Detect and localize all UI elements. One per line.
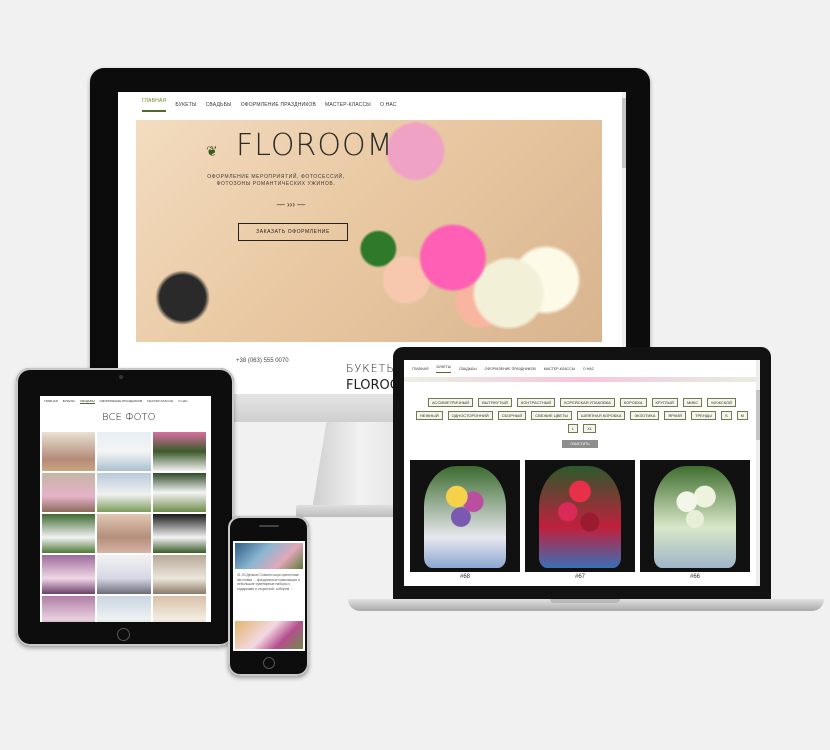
gallery-photo[interactable]	[97, 432, 151, 471]
tablet-camera	[119, 375, 123, 379]
size-tag-s[interactable]: S	[720, 411, 732, 420]
filter-tag[interactable]: Экзотика	[630, 411, 660, 420]
phone-post-image[interactable]	[235, 621, 303, 649]
laptop-nav-item-about[interactable]: О нас	[583, 367, 594, 371]
desktop-hero-banner: ❦ FLOROOM Оформление мероприятий, фотосе…	[136, 120, 602, 342]
gallery-photo[interactable]	[152, 432, 206, 471]
size-tag-xl[interactable]: XL	[583, 424, 597, 433]
product-card[interactable]	[525, 460, 635, 572]
filter-tag[interactable]: Микс	[682, 398, 703, 407]
gallery-title: ВСЕ ФОТО	[102, 412, 156, 423]
phone-screen: 31.03 Деньки! Совсем скоро цветочные заг…	[233, 541, 305, 651]
laptop-nav-item-home[interactable]: Главная	[412, 367, 428, 371]
gallery-photo[interactable]	[97, 555, 151, 594]
gallery-photo[interactable]	[152, 555, 206, 594]
laptop-screen: Главная Букеты Свадьбы Оформление праздн…	[404, 360, 760, 586]
photo-grid	[42, 432, 206, 622]
product-label[interactable]: #68	[410, 574, 520, 580]
desktop-scrollbar-thumb[interactable]	[622, 98, 626, 168]
filter-tag[interactable]: Яркий	[664, 411, 687, 420]
tablet-nav-item-about[interactable]: О нас	[178, 399, 187, 403]
product-image[interactable]	[424, 466, 506, 568]
filter-tag[interactable]: Шляпная коробка	[577, 411, 626, 420]
gallery-photo[interactable]	[152, 473, 206, 512]
laptop-notch	[550, 599, 620, 603]
gallery-photo[interactable]	[152, 596, 206, 622]
tablet-screen: Главная Букеты Свадьбы Оформление праздн…	[40, 396, 211, 622]
filter-tag[interactable]: Корейская упаковка	[560, 398, 615, 407]
product-label[interactable]: #67	[525, 574, 635, 580]
filter-tag[interactable]: Нежный	[416, 411, 443, 420]
size-tag-m[interactable]: M	[736, 411, 748, 420]
filter-tag[interactable]: Сборный	[497, 411, 527, 420]
product-image[interactable]	[654, 466, 736, 568]
desktop-nav-item-home[interactable]: Главная	[142, 98, 167, 112]
desktop-nav-item-masterclasses[interactable]: Мастер-классы	[325, 102, 371, 108]
leaf-icon: ❦	[206, 143, 218, 159]
phone-speaker	[259, 525, 279, 527]
laptop-nav-item-events[interactable]: Оформление праздников	[485, 367, 536, 371]
laptop-nav: Главная Букеты Свадьбы Оформление праздн…	[404, 360, 760, 377]
gallery-photo[interactable]	[97, 473, 151, 512]
product-card[interactable]	[640, 460, 750, 572]
hero-tagline: Оформление мероприятий, фотосессий, фото…	[207, 174, 345, 187]
desktop-nav-item-weddings[interactable]: Свадьбы	[206, 102, 232, 108]
bouquets-heading: БУКЕТЫ	[346, 362, 398, 375]
filter-tag[interactable]: Тренды	[691, 411, 716, 420]
tablet-nav-item-masterclasses[interactable]: Мастер-классы	[147, 399, 173, 403]
filter-tag[interactable]: Коробка	[619, 398, 647, 407]
gallery-photo[interactable]	[152, 514, 206, 553]
tablet-home-button[interactable]	[117, 628, 130, 641]
laptop-scrollbar-thumb[interactable]	[756, 390, 760, 440]
filter-tag[interactable]: Контрастный	[516, 398, 556, 407]
order-decoration-button[interactable]: Заказать оформление	[238, 223, 348, 241]
site-logo[interactable]: FLOROOM	[236, 128, 393, 163]
tablet-nav-item-home[interactable]: Главная	[44, 399, 58, 403]
size-tag-l[interactable]: L	[567, 424, 579, 433]
filter-tags: Ассиметричный Вытянутый Контрастный Коре…	[416, 398, 748, 433]
gallery-photo[interactable]	[42, 432, 96, 471]
phone-post-image[interactable]	[235, 543, 303, 569]
hero-divider: — ››› —	[276, 200, 306, 209]
gallery-photo[interactable]	[42, 514, 96, 553]
tablet-nav-item-events[interactable]: Оформление праздников	[100, 399, 143, 403]
desktop-nav: Главная Букеты Свадьбы Оформление праздн…	[118, 92, 626, 118]
laptop-nav-item-masterclasses[interactable]: Мастер-классы	[544, 367, 575, 371]
gallery-photo[interactable]	[42, 473, 96, 512]
laptop-header-banner-strip	[404, 377, 760, 382]
filter-tag[interactable]: Вытянутый	[478, 398, 512, 407]
tablet-nav: Главная Букеты Свадьбы Оформление праздн…	[40, 396, 211, 406]
filter-tag[interactable]: Круглый	[651, 398, 678, 407]
clear-filters-button[interactable]: Очистить	[562, 440, 598, 448]
gallery-photo[interactable]	[97, 596, 151, 622]
tablet-nav-item-weddings[interactable]: Свадьбы	[79, 399, 95, 404]
gallery-photo[interactable]	[97, 514, 151, 553]
gallery-photo[interactable]	[42, 596, 96, 622]
laptop-nav-item-bouquets[interactable]: Букеты	[436, 365, 451, 373]
filter-tag[interactable]: Односторонний	[447, 411, 493, 420]
laptop-nav-item-weddings[interactable]: Свадьбы	[459, 367, 477, 371]
filter-tag[interactable]: Ассиметричный	[427, 398, 474, 407]
desktop-nav-item-events[interactable]: Оформление праздников	[241, 102, 316, 108]
desktop-nav-item-about[interactable]: О нас	[380, 102, 397, 108]
contact-phone[interactable]: +38 (063) 555 0070	[236, 358, 289, 364]
phone-post-text: 31.03 Деньки! Совсем скоро цветочные заг…	[237, 573, 300, 591]
product-label[interactable]: #66	[640, 574, 750, 580]
gallery-photo[interactable]	[42, 555, 96, 594]
product-card[interactable]	[410, 460, 520, 572]
phone-home-button[interactable]	[263, 657, 275, 669]
filter-tag[interactable]: Мужской	[707, 398, 737, 407]
product-image[interactable]	[539, 466, 621, 568]
filter-tag[interactable]: Свежие цветы	[531, 411, 573, 420]
desktop-nav-item-bouquets[interactable]: Букеты	[175, 102, 196, 108]
tablet-nav-item-bouquets[interactable]: Букеты	[63, 399, 75, 403]
